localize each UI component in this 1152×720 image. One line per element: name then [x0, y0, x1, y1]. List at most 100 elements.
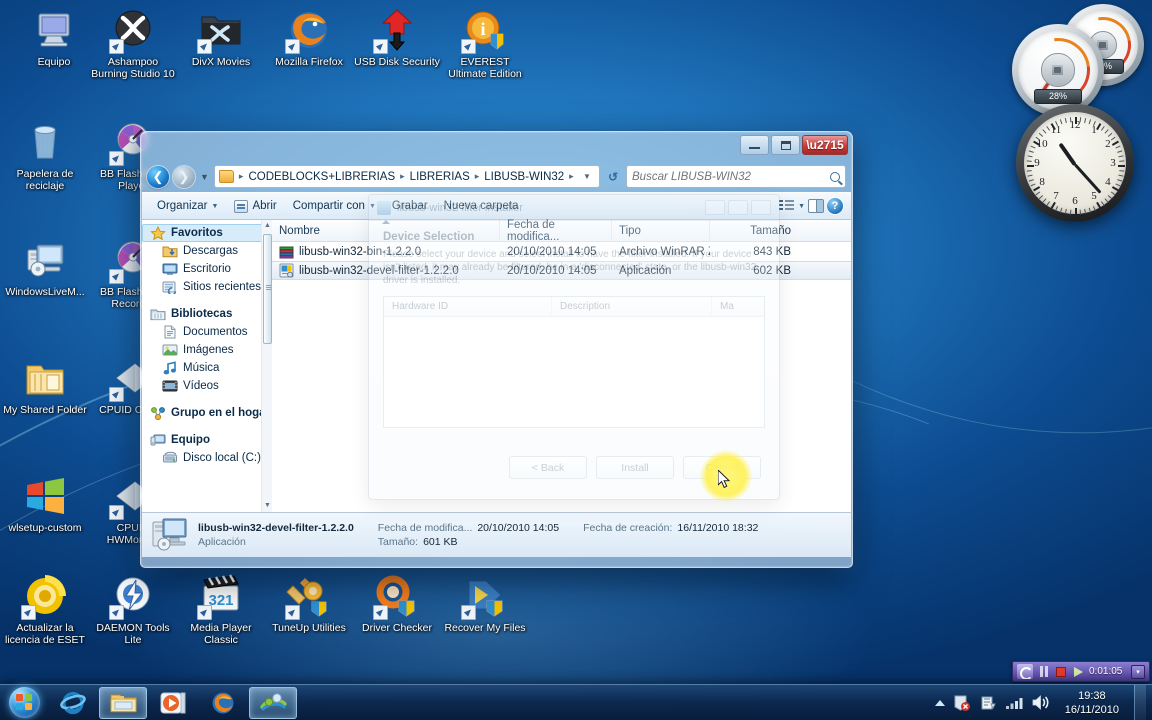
search-box[interactable] [626, 165, 846, 188]
column-header-modified[interactable]: Fecha de modifica... [500, 219, 612, 243]
desktop-icon-3[interactable]: Mozilla Firefox [265, 6, 353, 69]
explorer-titlebar[interactable]: \u2715 [141, 132, 852, 161]
pause-button[interactable] [1038, 665, 1050, 678]
sidebar-item-bibliotecas[interactable]: Bibliotecas [142, 305, 272, 323]
desktop-icon-8[interactable]: WindowsLiveM... [1, 236, 89, 299]
show-hidden-icons[interactable] [934, 699, 945, 706]
clock-gadget[interactable]: 12 1 2 3 4 5 6 7 8 9 10 11 [1016, 104, 1134, 222]
desktop-icon-16[interactable]: 321 Media Player Classic [177, 572, 265, 646]
sidebar-item-escritorio[interactable]: Escritorio [142, 260, 272, 278]
desktop-icon-1[interactable]: Ashampoo Burning Studio 10 [89, 6, 177, 80]
scroll-down-icon[interactable]: ▼ [262, 500, 272, 512]
sidebar-item-documentos[interactable]: Documentos [142, 323, 272, 341]
sidebar-item-disco-local-c[interactable]: Disco local (C:) [142, 449, 272, 467]
desktop-icon-6[interactable]: Papelera de reciclaje [1, 118, 89, 192]
scroll-up-icon[interactable]: ▲ [262, 220, 272, 232]
explorer-window[interactable]: \u2715 ❮ ❯ ▼ ▸ CODEBLOCKS+LIBRERIAS ▸ LI… [140, 131, 853, 568]
file-list-pane[interactable]: Nombre Fecha de modifica... Tipo Tamaño … [272, 219, 851, 512]
search-icon [830, 171, 840, 182]
desktop-icon-15[interactable]: DAEMON Tools Lite [89, 572, 177, 646]
sidebar-scrollbar[interactable]: ▲ ▼ [261, 220, 272, 512]
recent-pages-dropdown[interactable]: ▼ [199, 172, 210, 182]
stop-button[interactable] [1055, 665, 1067, 678]
breadcrumb-item-1[interactable]: LIBRERIAS [407, 169, 473, 185]
internet-explorer-taskbar-button[interactable] [49, 687, 97, 719]
open-button[interactable]: Abrir [227, 196, 283, 217]
column-header-name[interactable]: Nombre [272, 220, 500, 241]
view-chevron-down-icon[interactable]: ▼ [798, 203, 805, 210]
refresh-icon[interactable]: ↺ [604, 170, 622, 184]
organize-button[interactable]: Organizar ▼ [150, 196, 225, 216]
network-tray-icon[interactable] [1005, 696, 1023, 710]
play-button[interactable] [1072, 665, 1084, 678]
new-folder-button[interactable]: Nueva carpeta [437, 196, 526, 216]
clock-tick [1042, 129, 1047, 134]
table-row[interactable]: libusb-win32-devel-filter-1.2.2.0 20/10/2… [272, 261, 851, 280]
navigation-pane[interactable]: Favoritos Descargas Escritorio Sitios recie… [142, 220, 272, 512]
table-row[interactable]: libusb-win32-bin-1.2.2.0 20/10/2010 14:05… [272, 242, 851, 261]
back-button[interactable]: ❮ [147, 165, 169, 188]
windows-explorer-taskbar-button[interactable] [99, 686, 147, 719]
ashampoo-icon [109, 6, 157, 54]
windows-media-player-taskbar-button[interactable] [149, 687, 197, 719]
sidebar-item-im-genes[interactable]: Imágenes [142, 341, 272, 359]
firefox-taskbar-button[interactable] [199, 687, 247, 719]
desktop-icon-10[interactable]: My Shared Folder [1, 354, 89, 417]
clock-face: 12 1 2 3 4 5 6 7 8 9 10 11 [1024, 112, 1126, 215]
folder-icon [110, 694, 136, 712]
messenger-taskbar-button[interactable] [249, 686, 297, 719]
desktop-icon-17[interactable]: TuneUp Utilities [265, 572, 353, 635]
clock-tick [1100, 126, 1105, 131]
sidebar-item-label: Favoritos [171, 227, 223, 239]
sidebar-item-grupo-en-el-hogar[interactable]: Grupo en el hogar [142, 404, 272, 422]
address-bar[interactable]: ▸ CODEBLOCKS+LIBRERIAS ▸ LIBRERIAS ▸ LIB… [213, 165, 600, 188]
desktop-icon-label: Equipo [37, 56, 71, 68]
screen-recorder-bar[interactable]: 0:01:05 ▾ [1012, 661, 1150, 682]
sidebar-item-equipo[interactable]: Equipo [142, 431, 272, 449]
start-button[interactable] [0, 686, 48, 720]
sidebar-scroll-thumb[interactable] [263, 234, 272, 344]
desktop-icon-12[interactable]: wlsetup-custom [1, 472, 89, 535]
cpu-meter-gadget[interactable]: 28% [1012, 24, 1104, 116]
sidebar-item-descargas[interactable]: Descargas [142, 242, 272, 260]
maximize-button[interactable] [771, 135, 800, 155]
volume-tray-icon[interactable] [1032, 695, 1050, 710]
sidebar-item-label: Bibliotecas [171, 308, 233, 320]
desktop-icon-18[interactable]: Driver Checker [353, 572, 441, 635]
breadcrumb-separator: ▸ [474, 171, 480, 181]
desktop-icon-19[interactable]: Recover My Files [441, 572, 529, 635]
details-pane: libusb-win32-devel-filter-1.2.2.0 Aplica… [142, 513, 851, 557]
address-dropdown-icon[interactable]: ▼ [578, 172, 596, 181]
share-with-button[interactable]: Compartir con ▼ [286, 196, 383, 216]
search-input[interactable] [632, 170, 830, 183]
sidebar-item-favoritos[interactable]: Favoritos [142, 224, 272, 242]
minimize-button[interactable] [740, 135, 769, 155]
desktop-icon-0[interactable]: Equipo [10, 6, 98, 69]
column-header-size[interactable]: Tamaño [710, 220, 798, 241]
sidebar-item-v-deos[interactable]: Vídeos [142, 377, 272, 395]
eset-tray-icon[interactable] [954, 695, 971, 711]
column-label-size: Tamaño [750, 224, 791, 237]
file-preview-icon [152, 518, 188, 552]
show-desktop-button[interactable] [1134, 685, 1146, 720]
desktop-icon-4[interactable]: USB Disk Security [353, 6, 441, 69]
sidebar-item-m-sica[interactable]: Música [142, 359, 272, 377]
help-icon[interactable]: ? [827, 198, 843, 214]
preview-pane-icon[interactable] [808, 199, 824, 213]
desktop-icon-14[interactable]: Actualizar la licencia de ESET [1, 572, 89, 646]
sidebar-item-sitios-recientes[interactable]: Sitios recientes [142, 278, 272, 296]
taskbar-clock[interactable]: 19:38 16/11/2010 [1059, 689, 1125, 717]
breadcrumb-item-0[interactable]: CODEBLOCKS+LIBRERIAS [245, 169, 398, 185]
close-button[interactable]: \u2715 [802, 135, 848, 155]
forward-button[interactable]: ❯ [173, 165, 195, 188]
clock-tick [1059, 207, 1063, 213]
action-center-tray-icon[interactable] [980, 695, 996, 711]
recorder-menu-button[interactable]: ▾ [1131, 664, 1145, 679]
change-view-icon[interactable] [779, 199, 795, 213]
column-header-type[interactable]: Tipo [612, 220, 710, 241]
desktop-icon-2[interactable]: DivX Movies [177, 6, 265, 69]
clock-tick [1117, 179, 1123, 182]
desktop-icon-5[interactable]: i EVEREST Ultimate Edition [441, 6, 529, 80]
burn-button[interactable]: Grabar [385, 196, 435, 216]
breadcrumb-item-2[interactable]: LIBUSB-WIN32 [481, 169, 567, 185]
